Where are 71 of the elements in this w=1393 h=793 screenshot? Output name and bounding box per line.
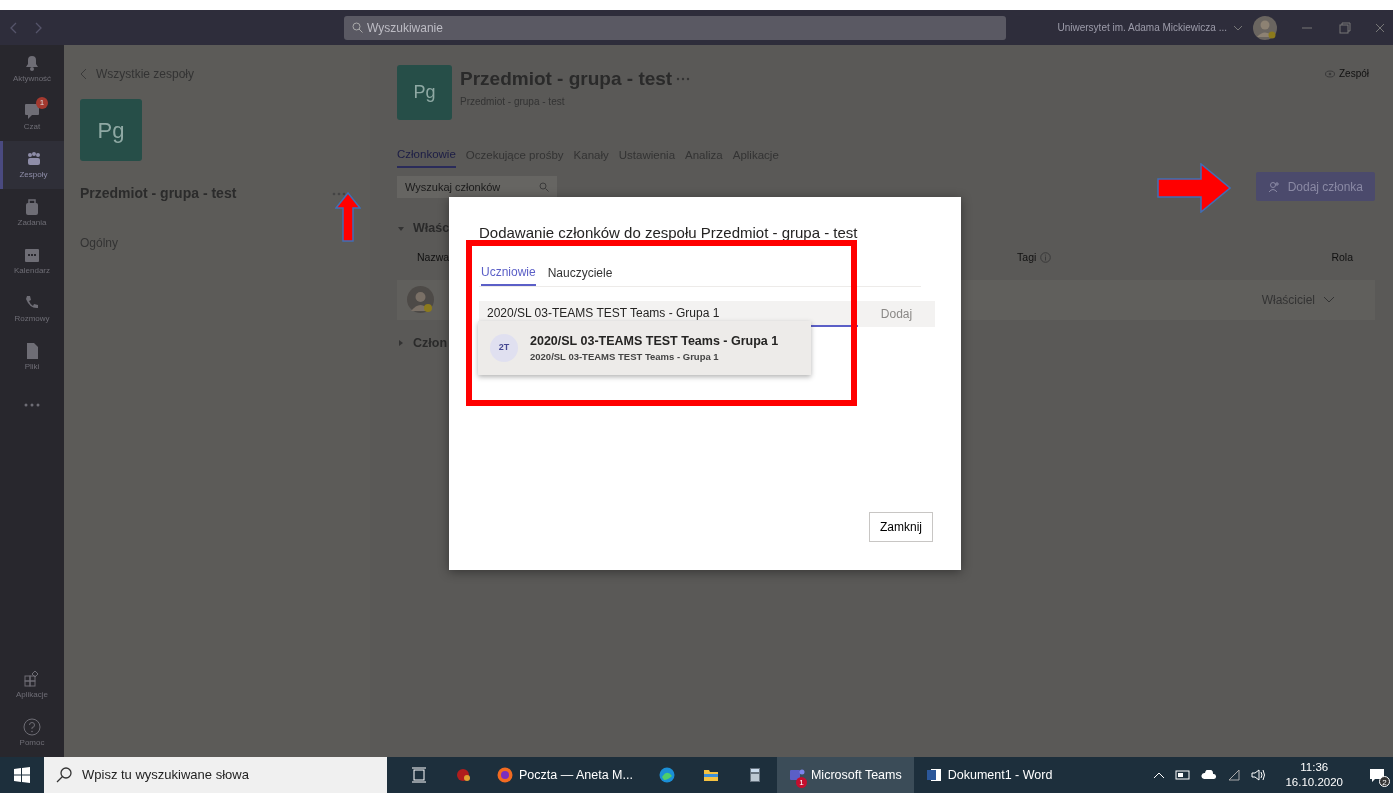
app-bar-item[interactable]: Zespoły: [0, 141, 64, 189]
taskbar-app[interactable]: Microsoft Teams 1: [776, 757, 914, 793]
tab[interactable]: Nauczyciele: [547, 262, 613, 286]
clock-time[interactable]: 11:36: [1285, 760, 1343, 775]
message-icon: [1369, 767, 1385, 783]
clock-date[interactable]: 16.10.2020: [1285, 775, 1343, 790]
suggestion-name: 2020/SL 03-TEAMS TEST Teams - Grupa 1: [530, 332, 779, 350]
app-bar-item[interactable]: Aktywność: [0, 45, 64, 93]
chat-icon: [22, 101, 42, 121]
caret-icon[interactable]: [397, 339, 405, 348]
chevron-up-icon[interactable]: [1153, 771, 1166, 779]
avatar-icon[interactable]: [1253, 15, 1277, 40]
avatar-icon: [407, 286, 434, 314]
edge-icon: [658, 767, 675, 783]
person-add-icon: [1267, 180, 1280, 193]
firefox-icon: [497, 767, 513, 783]
app-bar-item[interactable]: Zadania: [0, 189, 64, 237]
restore-icon[interactable]: [1339, 21, 1351, 34]
folder-icon: [702, 767, 719, 783]
teams-icon: [788, 767, 805, 783]
column-header: Rola: [1331, 250, 1353, 265]
search-icon: [352, 22, 363, 33]
search-field[interactable]: Wyszukiwanie: [344, 15, 1006, 40]
notification-badge: 1: [795, 777, 807, 788]
initials-avatar: 2T: [490, 334, 518, 362]
notification-badge: 1: [36, 97, 48, 109]
windows-icon: [14, 767, 30, 783]
back-icon[interactable]: [80, 68, 88, 80]
app-bar-item[interactable]: Pliki: [0, 333, 64, 381]
speaker-icon[interactable]: [1251, 769, 1268, 781]
add-member-button[interactable]: Dodaj członka: [1255, 172, 1375, 202]
wifi-icon[interactable]: [1227, 769, 1242, 781]
taskbar-search-field[interactable]: Wpisz tu wyszukiwane słowa: [44, 757, 387, 793]
dialog-title: Dodawanie członków do zespołu Przedmiot - grupa - test: [479, 223, 859, 243]
taskbar-app[interactable]: Dokument1 - Word: [913, 757, 1065, 793]
app-bar-item[interactable]: Aplikacje: [0, 661, 64, 709]
notification-badge: 2: [1379, 776, 1390, 787]
tab[interactable]: Członkowie: [397, 146, 456, 169]
more-icon[interactable]: [676, 77, 691, 82]
chevron-icon[interactable]: [1323, 295, 1335, 304]
word-icon: [925, 767, 942, 783]
suggestion-detail: 2020/SL 03-TEAMS TEST Teams - Grupa 1: [530, 350, 720, 365]
app-bar-item[interactable]: Kalendarz: [0, 237, 64, 285]
chevron-icon[interactable]: [1233, 23, 1243, 32]
close-icon[interactable]: [1375, 22, 1385, 33]
team-avatar: Pg: [80, 99, 142, 161]
app-bar-item[interactable]: Czat 1: [0, 93, 64, 141]
search-icon: [56, 767, 72, 783]
help-icon: [22, 717, 42, 737]
up-arrow: [335, 192, 361, 242]
suggestion-item[interactable]: 2T 2020/SL 03-TEAMS TEST Teams - Grupa 1 2020/SL 03-TEAMS TEST Teams - Grupa 1: [478, 321, 811, 375]
organization-name[interactable]: Uniwersytet im. Adama Mickiewicza ...: [1057, 20, 1227, 35]
team-avatar: Pg: [397, 65, 452, 120]
eye-icon: [1325, 69, 1335, 78]
app-bar-item[interactable]: Pomoc: [0, 709, 64, 757]
tab[interactable]: Uczniowie: [481, 262, 536, 286]
app-bar-item[interactable]: Rozmowy: [0, 285, 64, 333]
task-view-icon: [411, 767, 427, 783]
more-icon: [24, 403, 40, 407]
battery-icon[interactable]: [1175, 770, 1192, 780]
notification-center-button[interactable]: 2: [1361, 757, 1393, 793]
caret-icon[interactable]: [397, 224, 405, 233]
member-search-field[interactable]: Wyszukaj członków: [397, 175, 557, 198]
search-icon: [539, 181, 549, 192]
close-button[interactable]: Zamknij: [869, 512, 933, 542]
column-header: Nazwa: [417, 250, 450, 265]
column-header: Tagi: [1017, 250, 1037, 265]
team-button[interactable]: Zespół: [1319, 65, 1375, 82]
game-icon: [455, 767, 471, 783]
cloud-icon[interactable]: [1201, 770, 1218, 780]
taskbar-app[interactable]: Poczta — Aneta M...: [485, 757, 645, 793]
